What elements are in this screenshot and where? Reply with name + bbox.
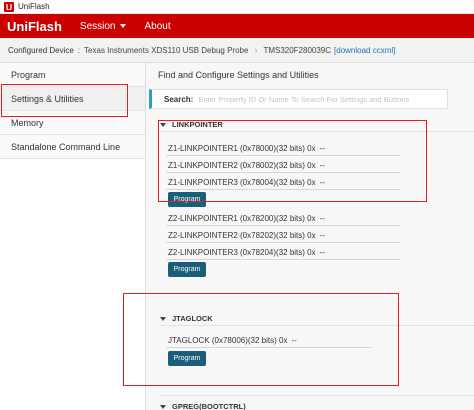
section-header-gpreg[interactable]: GPREG(BOOTCTRL): [160, 402, 246, 410]
settings-panel: Find and Configure Settings and Utilitie…: [146, 63, 474, 410]
field-underline: [166, 242, 400, 243]
field-underline: [166, 172, 400, 173]
collapse-triangle-icon: [160, 316, 166, 321]
collapse-triangle-icon: [160, 404, 166, 409]
search-bar: Search:: [149, 89, 448, 109]
section-title-gpreg: GPREG(BOOTCTRL): [172, 402, 246, 410]
app-header: UniFlash Session About: [0, 14, 474, 38]
menu-session-label: Session: [79, 20, 116, 32]
sidebar-item-memory[interactable]: Memory: [0, 111, 145, 135]
field-underline: [166, 189, 400, 190]
configured-device-separator: :: [77, 45, 81, 55]
section-header-jtaglock[interactable]: JTAGLOCK: [160, 314, 213, 323]
sidebar: Program Settings & Utilities Memory Stan…: [0, 63, 146, 410]
field-underline: [166, 347, 372, 348]
collapse-triangle-icon: [160, 122, 166, 127]
section-divider: [160, 131, 474, 132]
brand-logo: UniFlash: [7, 18, 62, 34]
z1-linkpointer1-label: Z1-LINKPOINTER1 (0x78000)(32 bits) 0x: [168, 144, 316, 153]
z2-linkpointer3-value[interactable]: --: [320, 248, 325, 257]
field-underline: [166, 155, 400, 156]
chevron-right-icon: ›: [254, 45, 258, 55]
z1-linkpointer2-label: Z1-LINKPOINTER2 (0x78002)(32 bits) 0x: [168, 161, 316, 170]
jtaglock-row: JTAGLOCK (0x78006)(32 bits) 0x --: [168, 336, 297, 345]
z1-linkpointer2-value[interactable]: --: [320, 161, 325, 170]
section-title-jtaglock: JTAGLOCK: [172, 314, 213, 323]
z2-linkpointer1-value[interactable]: --: [320, 214, 325, 223]
field-underline: [166, 259, 400, 260]
z1-linkpointer3-label: Z1-LINKPOINTER3 (0x78004)(32 bits) 0x: [168, 178, 316, 187]
z2-linkpointer1-row: Z2-LINKPOINTER1 (0x78200)(32 bits) 0x --: [168, 214, 325, 223]
section-divider: [160, 395, 474, 396]
search-label: Search:: [164, 94, 194, 104]
uniflash-app-icon: [4, 1, 14, 12]
sidebar-item-standalone-command-line[interactable]: Standalone Command Line: [0, 135, 145, 159]
z2-linkpointer3-label: Z2-LINKPOINTER3 (0x78204)(32 bits) 0x: [168, 248, 316, 257]
cpu-name: TMS320F280039C: [263, 45, 332, 55]
window-titlebar: UniFlash: [0, 0, 474, 14]
section-title-linkpointer: LINKPOINTER: [172, 120, 223, 129]
z2-linkpointer3-row: Z2-LINKPOINTER3 (0x78204)(32 bits) 0x --: [168, 248, 325, 257]
debug-probe-name: Texas Instruments XDS110 USB Debug Probe: [84, 45, 249, 55]
program-z1-linkpointer-button[interactable]: Program: [168, 192, 206, 207]
window-title: UniFlash: [18, 2, 50, 11]
field-underline: [166, 225, 400, 226]
chevron-down-icon: [120, 24, 127, 28]
z1-linkpointer1-row: Z1-LINKPOINTER1 (0x78000)(32 bits) 0x --: [168, 144, 325, 153]
z2-linkpointer1-label: Z2-LINKPOINTER1 (0x78200)(32 bits) 0x: [168, 214, 316, 223]
configured-device-label: Configured Device: [8, 45, 74, 55]
z1-linkpointer2-row: Z1-LINKPOINTER2 (0x78002)(32 bits) 0x --: [168, 161, 325, 170]
section-divider: [160, 325, 474, 326]
sidebar-item-settings-utilities[interactable]: Settings & Utilities: [0, 87, 145, 111]
jtaglock-value[interactable]: --: [291, 336, 296, 345]
z2-linkpointer2-label: Z2-LINKPOINTER2 (0x78202)(32 bits) 0x: [168, 231, 316, 240]
jtaglock-label: JTAGLOCK (0x78006)(32 bits) 0x: [168, 336, 288, 345]
program-jtaglock-button[interactable]: Program: [168, 351, 206, 366]
panel-title: Find and Configure Settings and Utilitie…: [158, 70, 319, 80]
search-input[interactable]: [198, 94, 429, 104]
download-ccxml-link[interactable]: [download ccxml]: [334, 46, 395, 55]
z1-linkpointer3-value[interactable]: --: [320, 178, 325, 187]
z2-linkpointer2-value[interactable]: --: [320, 231, 325, 240]
z2-linkpointer2-row: Z2-LINKPOINTER2 (0x78202)(32 bits) 0x --: [168, 231, 325, 240]
menu-session[interactable]: Session: [80, 21, 127, 32]
configured-device-bar: Configured Device : Texas Instruments XD…: [0, 38, 474, 63]
menu-about-label: About: [144, 20, 171, 32]
section-header-linkpointer[interactable]: LINKPOINTER: [160, 120, 223, 129]
z1-linkpointer1-value[interactable]: --: [320, 144, 325, 153]
program-z2-linkpointer-button[interactable]: Program: [168, 262, 206, 277]
z1-linkpointer3-row: Z1-LINKPOINTER3 (0x78004)(32 bits) 0x --: [168, 178, 325, 187]
menu-about[interactable]: About: [144, 21, 170, 32]
sidebar-item-program[interactable]: Program: [0, 63, 145, 87]
